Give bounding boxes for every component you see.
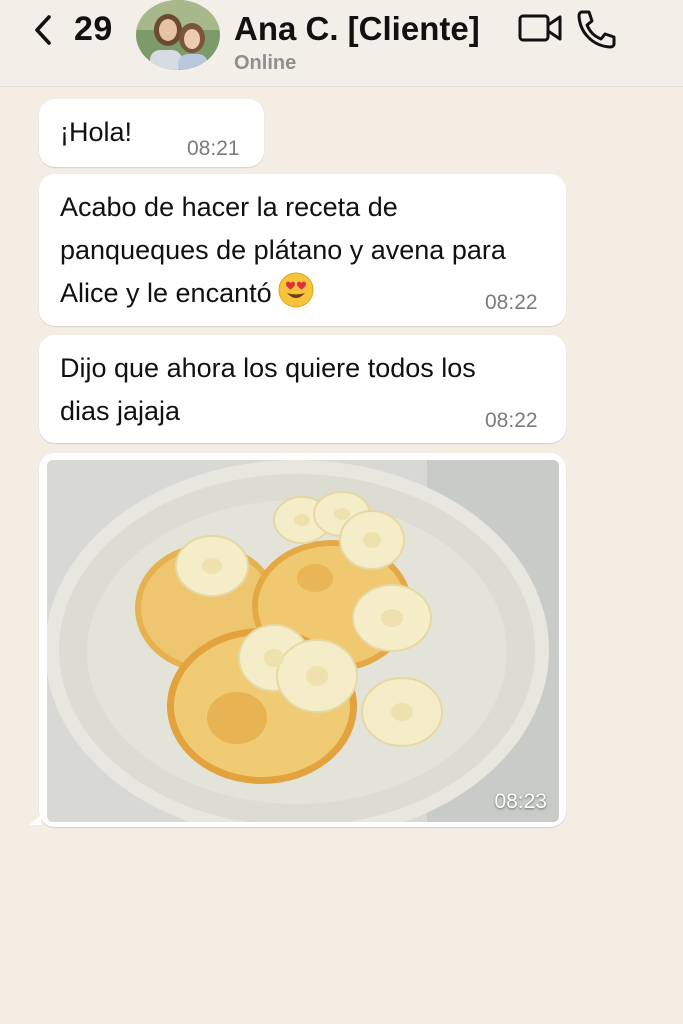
message-time: 08:23 [494, 790, 547, 813]
back-button[interactable]: 29 [30, 10, 113, 49]
video-camera-icon [518, 14, 562, 42]
pancakes-photo[interactable]: 08:23 [47, 460, 559, 822]
chevron-left-icon [35, 14, 51, 45]
message-line: panqueques de plátano y avena para [60, 235, 506, 265]
online-status: Online [234, 52, 297, 74]
message-line: dias jajaja [60, 396, 181, 426]
message-text: Acabo de hacer la receta de panqueques d… [60, 186, 506, 315]
message-time: 08:21 [187, 137, 240, 160]
message-line: Acabo de hacer la receta de [60, 192, 398, 222]
message-line: Alice y le encantó [60, 272, 506, 315]
heart-eyes-emoji-icon [278, 272, 314, 308]
message-time: 08:22 [485, 409, 538, 432]
message-bubble[interactable]: Acabo de hacer la receta de panqueques d… [39, 174, 566, 326]
message-line: Dijo que ahora los quiere todos los [60, 353, 476, 383]
avatar[interactable] [136, 0, 220, 70]
message-bubble[interactable]: Dijo que ahora los quiere todos los dias… [39, 335, 566, 443]
message-list[interactable]: ¡Hola! 08:21 Acabo de hacer la receta de… [0, 87, 683, 1024]
chat-header: 29 Ana C. [Cliente] Online [0, 0, 683, 87]
message-text: ¡Hola! [60, 117, 133, 147]
image-message-bubble[interactable]: 08:23 [29, 453, 566, 827]
voice-call-button[interactable] [572, 6, 620, 50]
contact-name[interactable]: Ana C. [Cliente] [234, 10, 480, 48]
message-time: 08:22 [485, 291, 538, 314]
message-line-text: Alice y le encantó [60, 278, 272, 308]
message-bubble[interactable]: ¡Hola! 08:21 [39, 99, 264, 167]
unread-count: 29 [74, 10, 113, 48]
message-text: Dijo que ahora los quiere todos los dias… [60, 347, 476, 433]
bubble-tail [29, 815, 41, 825]
phone-icon [577, 10, 616, 49]
video-call-button[interactable] [516, 6, 564, 50]
